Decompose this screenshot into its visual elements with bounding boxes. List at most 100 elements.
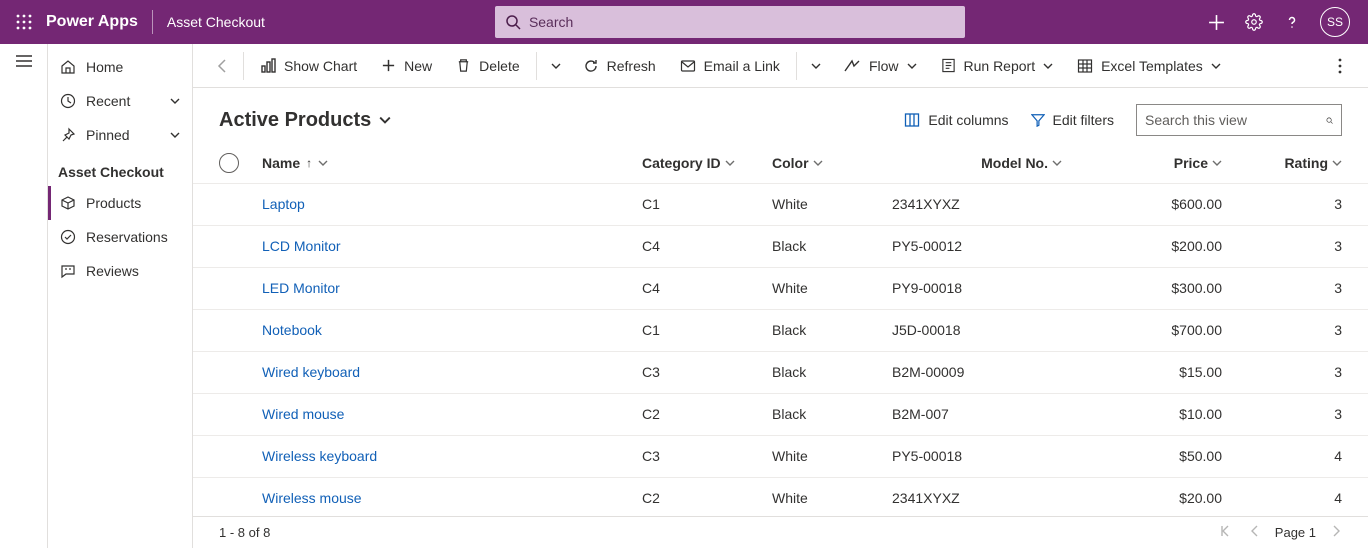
column-header-name[interactable]: Name ↑ xyxy=(262,155,642,171)
cell-rating: 3 xyxy=(1222,364,1342,380)
table-row[interactable]: NotebookC1BlackJ5D-00018$700.003 xyxy=(193,310,1368,352)
help-icon[interactable] xyxy=(1282,12,1302,32)
brand-label[interactable]: Power Apps xyxy=(46,13,138,31)
table-row[interactable]: Wireless keyboardC3WhitePY5-00018$50.004 xyxy=(193,436,1368,478)
command-overflow-button[interactable] xyxy=(1326,58,1354,74)
column-price-label: Price xyxy=(1174,155,1208,171)
record-link[interactable]: LED Monitor xyxy=(262,280,340,296)
email-link-button[interactable]: Email a Link xyxy=(668,44,792,88)
record-link[interactable]: Wired keyboard xyxy=(262,364,360,380)
prev-page-button[interactable] xyxy=(1249,525,1261,540)
command-bar: Show Chart New Delete Refresh Email a Li… xyxy=(193,44,1368,88)
first-page-button[interactable] xyxy=(1221,525,1235,540)
flow-button[interactable]: Flow xyxy=(831,44,929,88)
nav-recent[interactable]: Recent xyxy=(48,84,192,118)
nav-reservations[interactable]: Reservations xyxy=(48,220,192,254)
cell-name: Notebook xyxy=(262,322,642,338)
settings-gear-icon[interactable] xyxy=(1244,12,1264,32)
chevron-down-icon xyxy=(907,61,917,71)
delete-split-chevron[interactable] xyxy=(541,61,571,71)
column-header-category[interactable]: Category ID xyxy=(642,155,772,171)
cell-price: $600.00 xyxy=(1062,196,1222,212)
column-name-label: Name xyxy=(262,155,300,171)
header-divider xyxy=(152,10,153,34)
delete-label: Delete xyxy=(479,58,519,74)
cell-name: Wireless mouse xyxy=(262,490,642,506)
cell-color: White xyxy=(772,490,892,506)
table-row[interactable]: Wired keyboardC3BlackB2M-00009$15.003 xyxy=(193,352,1368,394)
select-all-checkbox[interactable] xyxy=(219,153,262,173)
record-link[interactable]: Wired mouse xyxy=(262,406,344,422)
chevron-down-icon xyxy=(813,158,823,168)
cell-model: B2M-00009 xyxy=(892,364,1062,380)
app-launcher-icon[interactable] xyxy=(8,14,40,30)
excel-icon xyxy=(1077,58,1093,74)
global-search-input[interactable] xyxy=(529,14,955,30)
record-link[interactable]: Wireless keyboard xyxy=(262,448,377,464)
home-icon xyxy=(60,59,76,75)
search-icon xyxy=(505,14,521,30)
global-search[interactable] xyxy=(495,6,965,38)
add-icon[interactable] xyxy=(1206,12,1226,32)
show-chart-button[interactable]: Show Chart xyxy=(248,44,369,88)
cell-model: B2M-007 xyxy=(892,406,1062,422)
edit-columns-button[interactable]: Edit columns xyxy=(904,112,1008,128)
refresh-button[interactable]: Refresh xyxy=(571,44,668,88)
cell-model: PY5-00018 xyxy=(892,448,1062,464)
account-avatar[interactable]: SS xyxy=(1320,7,1350,37)
record-link[interactable]: Notebook xyxy=(262,322,322,338)
email-split-chevron[interactable] xyxy=(801,61,831,71)
app-name-label[interactable]: Asset Checkout xyxy=(167,14,265,30)
avatar-initials: SS xyxy=(1327,15,1343,29)
view-title-dropdown[interactable]: Active Products xyxy=(219,109,391,132)
new-button[interactable]: New xyxy=(369,44,444,88)
cell-rating: 3 xyxy=(1222,196,1342,212)
nav-reviews[interactable]: Reviews xyxy=(48,254,192,288)
view-search[interactable] xyxy=(1136,104,1342,136)
nav-pinned-label: Pinned xyxy=(86,127,130,143)
cell-name: Wired mouse xyxy=(262,406,642,422)
table-row[interactable]: Wireless mouseC2White2341XYXZ$20.004 xyxy=(193,478,1368,517)
view-header: Active Products Edit columns Edit filter… xyxy=(193,88,1368,144)
edit-filters-button[interactable]: Edit filters xyxy=(1031,112,1114,128)
run-report-button[interactable]: Run Report xyxy=(929,44,1066,88)
nav-home[interactable]: Home xyxy=(48,50,192,84)
cell-category: C3 xyxy=(642,448,772,464)
nav-pinned[interactable]: Pinned xyxy=(48,118,192,152)
column-header-price[interactable]: Price xyxy=(1062,155,1222,171)
divider xyxy=(536,52,537,80)
record-link[interactable]: Laptop xyxy=(262,196,305,212)
cell-model: 2341XYXZ xyxy=(892,490,1062,506)
delete-button[interactable]: Delete xyxy=(444,44,531,88)
record-link[interactable]: Wireless mouse xyxy=(262,490,362,506)
back-button[interactable] xyxy=(207,58,239,74)
cell-rating: 3 xyxy=(1222,406,1342,422)
table-row[interactable]: Wired mouseC2BlackB2M-007$10.003 xyxy=(193,394,1368,436)
hamburger-icon[interactable] xyxy=(15,54,33,71)
show-chart-label: Show Chart xyxy=(284,58,357,74)
column-header-model[interactable]: Model No. xyxy=(892,155,1062,171)
grid-footer: 1 - 8 of 8 Page 1 xyxy=(193,516,1368,548)
chevron-down-icon xyxy=(1212,158,1222,168)
chevron-down-icon xyxy=(170,93,180,109)
filter-icon xyxy=(1031,113,1045,127)
excel-templates-label: Excel Templates xyxy=(1101,58,1203,74)
cell-category: C1 xyxy=(642,322,772,338)
cell-model: J5D-00018 xyxy=(892,322,1062,338)
column-header-color[interactable]: Color xyxy=(772,155,892,171)
excel-templates-button[interactable]: Excel Templates xyxy=(1065,44,1233,88)
chevron-down-icon xyxy=(1332,158,1342,168)
cell-name: LCD Monitor xyxy=(262,238,642,254)
column-rating-label: Rating xyxy=(1284,155,1328,171)
next-page-button[interactable] xyxy=(1330,525,1342,540)
table-row[interactable]: LED MonitorC4WhitePY9-00018$300.003 xyxy=(193,268,1368,310)
table-row[interactable]: LaptopC1White2341XYXZ$600.003 xyxy=(193,184,1368,226)
record-link[interactable]: LCD Monitor xyxy=(262,238,341,254)
nav-products[interactable]: Products xyxy=(48,186,192,220)
column-header-rating[interactable]: Rating xyxy=(1222,155,1342,171)
table-row[interactable]: LCD MonitorC4BlackPY5-00012$200.003 xyxy=(193,226,1368,268)
cell-price: $20.00 xyxy=(1062,490,1222,506)
view-search-input[interactable] xyxy=(1145,112,1326,128)
cell-name: Wireless keyboard xyxy=(262,448,642,464)
columns-icon xyxy=(904,112,920,128)
